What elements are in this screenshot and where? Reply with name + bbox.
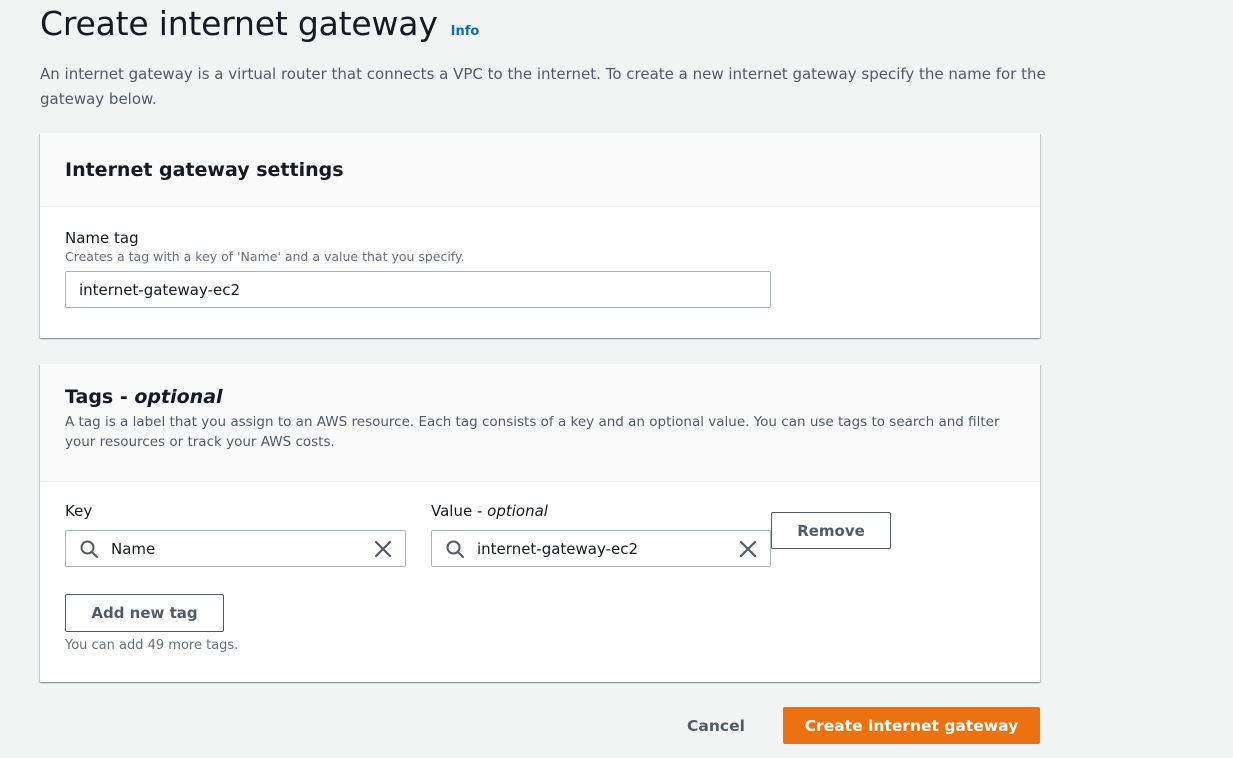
- tags-panel-title: Tags - optional: [65, 386, 1015, 408]
- tag-key-column: Key: [65, 502, 406, 567]
- tag-value-field[interactable]: [431, 530, 771, 567]
- tags-remaining-hint: You can add 49 more tags.: [65, 638, 239, 653]
- settings-panel-header: Internet gateway settings: [40, 133, 1040, 207]
- value-label-main: Value -: [431, 502, 488, 520]
- name-tag-label: Name tag: [65, 229, 139, 247]
- info-link[interactable]: Info: [451, 24, 480, 39]
- value-label: Value - optional: [431, 502, 771, 520]
- name-tag-description: Creates a tag with a key of 'Name' and a…: [65, 249, 465, 264]
- page-description: An internet gateway is a virtual router …: [40, 65, 1046, 108]
- search-icon: [80, 540, 98, 558]
- add-new-tag-button[interactable]: Add new tag: [65, 594, 224, 632]
- create-internet-gateway-button[interactable]: Create internet gateway: [783, 707, 1040, 744]
- tags-title-main: Tags -: [65, 386, 135, 408]
- settings-panel-title: Internet gateway settings: [65, 158, 344, 181]
- remove-tag-button[interactable]: Remove: [771, 512, 891, 549]
- settings-panel-body: Name tag Creates a tag with a key of 'Na…: [40, 207, 1040, 308]
- search-icon: [446, 540, 464, 558]
- tag-value-column: Value - optional: [431, 502, 771, 567]
- tag-value-input[interactable]: [475, 538, 738, 559]
- tags-panel: Tags - optional A tag is a label that yo…: [40, 364, 1040, 682]
- key-label: Key: [65, 502, 93, 520]
- name-tag-input[interactable]: [65, 271, 771, 308]
- tag-key-field[interactable]: [65, 530, 406, 567]
- page-title: Create internet gateway: [40, 4, 438, 43]
- tags-panel-description: A tag is a label that you assign to an A…: [65, 414, 1000, 450]
- value-label-optional: optional: [487, 502, 548, 520]
- close-icon[interactable]: [373, 539, 393, 559]
- close-icon[interactable]: [738, 539, 758, 559]
- settings-panel: Internet gateway settings Name tag Creat…: [40, 133, 1040, 338]
- cancel-button[interactable]: Cancel: [670, 707, 762, 744]
- page-header: Create internet gateway Info: [40, 4, 479, 43]
- tags-panel-header: Tags - optional A tag is a label that yo…: [40, 364, 1040, 482]
- tags-title-optional: optional: [134, 386, 223, 408]
- tag-key-input[interactable]: [109, 538, 373, 559]
